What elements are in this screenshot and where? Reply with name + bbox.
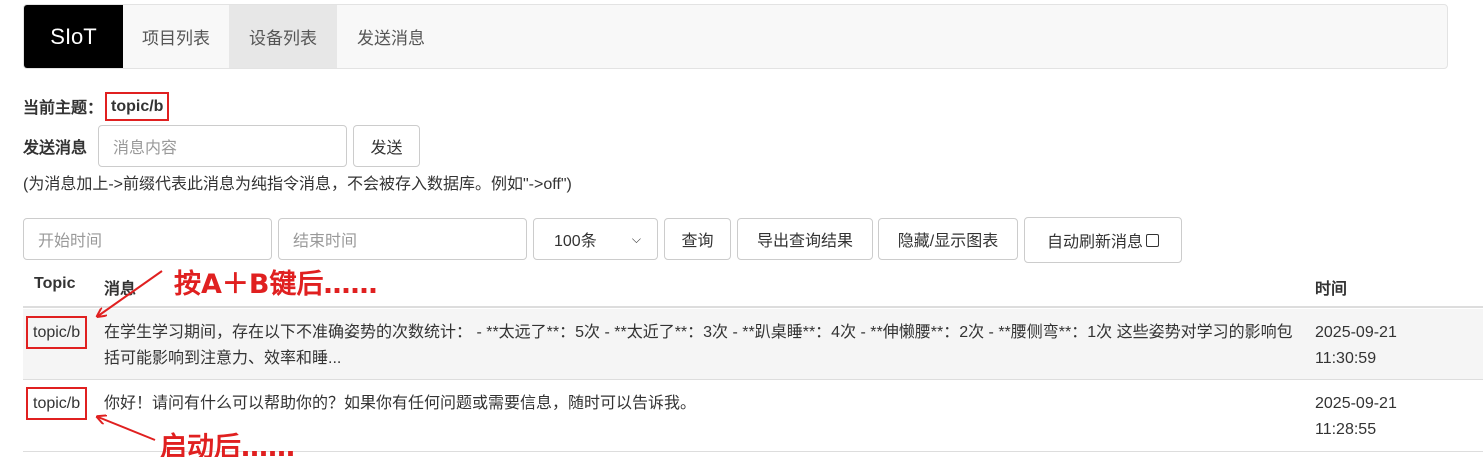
nav-item-send-message[interactable]: 发送消息 <box>337 5 445 68</box>
row-topic: topic/b <box>26 387 88 420</box>
annotation-after-ab-keys: 按A＋B键后…… <box>174 269 378 300</box>
row-time: 2025-09-21 11:30:59 <box>1315 320 1435 372</box>
nav-item-devices[interactable]: 设备列表 <box>229 5 337 68</box>
row-time-date: 2025-09-21 <box>1315 395 1397 412</box>
navbar: SIoT 项目列表 设备列表 发送消息 <box>23 4 1448 69</box>
start-time-input[interactable]: 开始时间 <box>23 218 272 260</box>
annotation-after-start: 启动后…… <box>160 432 295 457</box>
column-header-message: 消息 <box>104 281 137 298</box>
auto-refresh-label: 自动刷新消息 <box>1046 234 1143 251</box>
current-topic: 当前主题： topic/b <box>23 91 170 121</box>
current-topic-value: topic/b <box>105 91 170 121</box>
row-time-clock: 11:30:59 <box>1315 350 1377 367</box>
current-topic-label: 当前主题： <box>23 100 104 117</box>
export-button[interactable]: 导出查询结果 <box>737 218 873 260</box>
send-hint: (为消息加上->前缀代表此消息为纯指令消息，不会被存入数据库。例如"->off"… <box>23 176 572 193</box>
column-header-topic: Topic <box>34 275 76 292</box>
auto-refresh-checkbox[interactable] <box>1146 233 1159 247</box>
nav-item-projects[interactable]: 项目列表 <box>123 5 229 68</box>
end-time-input[interactable]: 结束时间 <box>278 218 527 260</box>
row-topic: topic/b <box>26 316 88 349</box>
message-input[interactable]: 消息内容 <box>98 125 347 167</box>
column-header-time: 时间 <box>1315 281 1348 298</box>
query-button[interactable]: 查询 <box>664 218 731 260</box>
row-time-clock: 11:28:55 <box>1315 421 1377 438</box>
send-message-label: 发送消息 <box>23 140 88 157</box>
row-time-date: 2025-09-21 <box>1315 324 1397 341</box>
table-row: topic/b 在学生学习期间，存在以下不准确姿势的次数统计： - **太远了*… <box>23 309 1483 380</box>
send-message-row: 发送消息 消息内容 发送 <box>23 125 420 167</box>
row-message: 你好！请问有什么可以帮助你的？如果你有任何问题或需要信息，随时可以告诉我。 <box>104 395 697 412</box>
toggle-chart-button[interactable]: 隐藏/显示图表 <box>878 218 1018 260</box>
limit-select[interactable]: 100条 ⌵ <box>533 218 658 260</box>
limit-select-value: 100条 <box>554 233 597 250</box>
brand-logo[interactable]: SIoT <box>24 5 123 68</box>
row-time: 2025-09-21 11:28:55 <box>1315 391 1435 443</box>
row-message: 在学生学习期间，存在以下不准确姿势的次数统计： - **太远了**：5次 - *… <box>104 324 1293 367</box>
auto-refresh-button[interactable]: 自动刷新消息 <box>1024 217 1182 263</box>
chevron-down-icon: ⌵ <box>631 231 641 246</box>
send-button[interactable]: 发送 <box>353 125 420 167</box>
